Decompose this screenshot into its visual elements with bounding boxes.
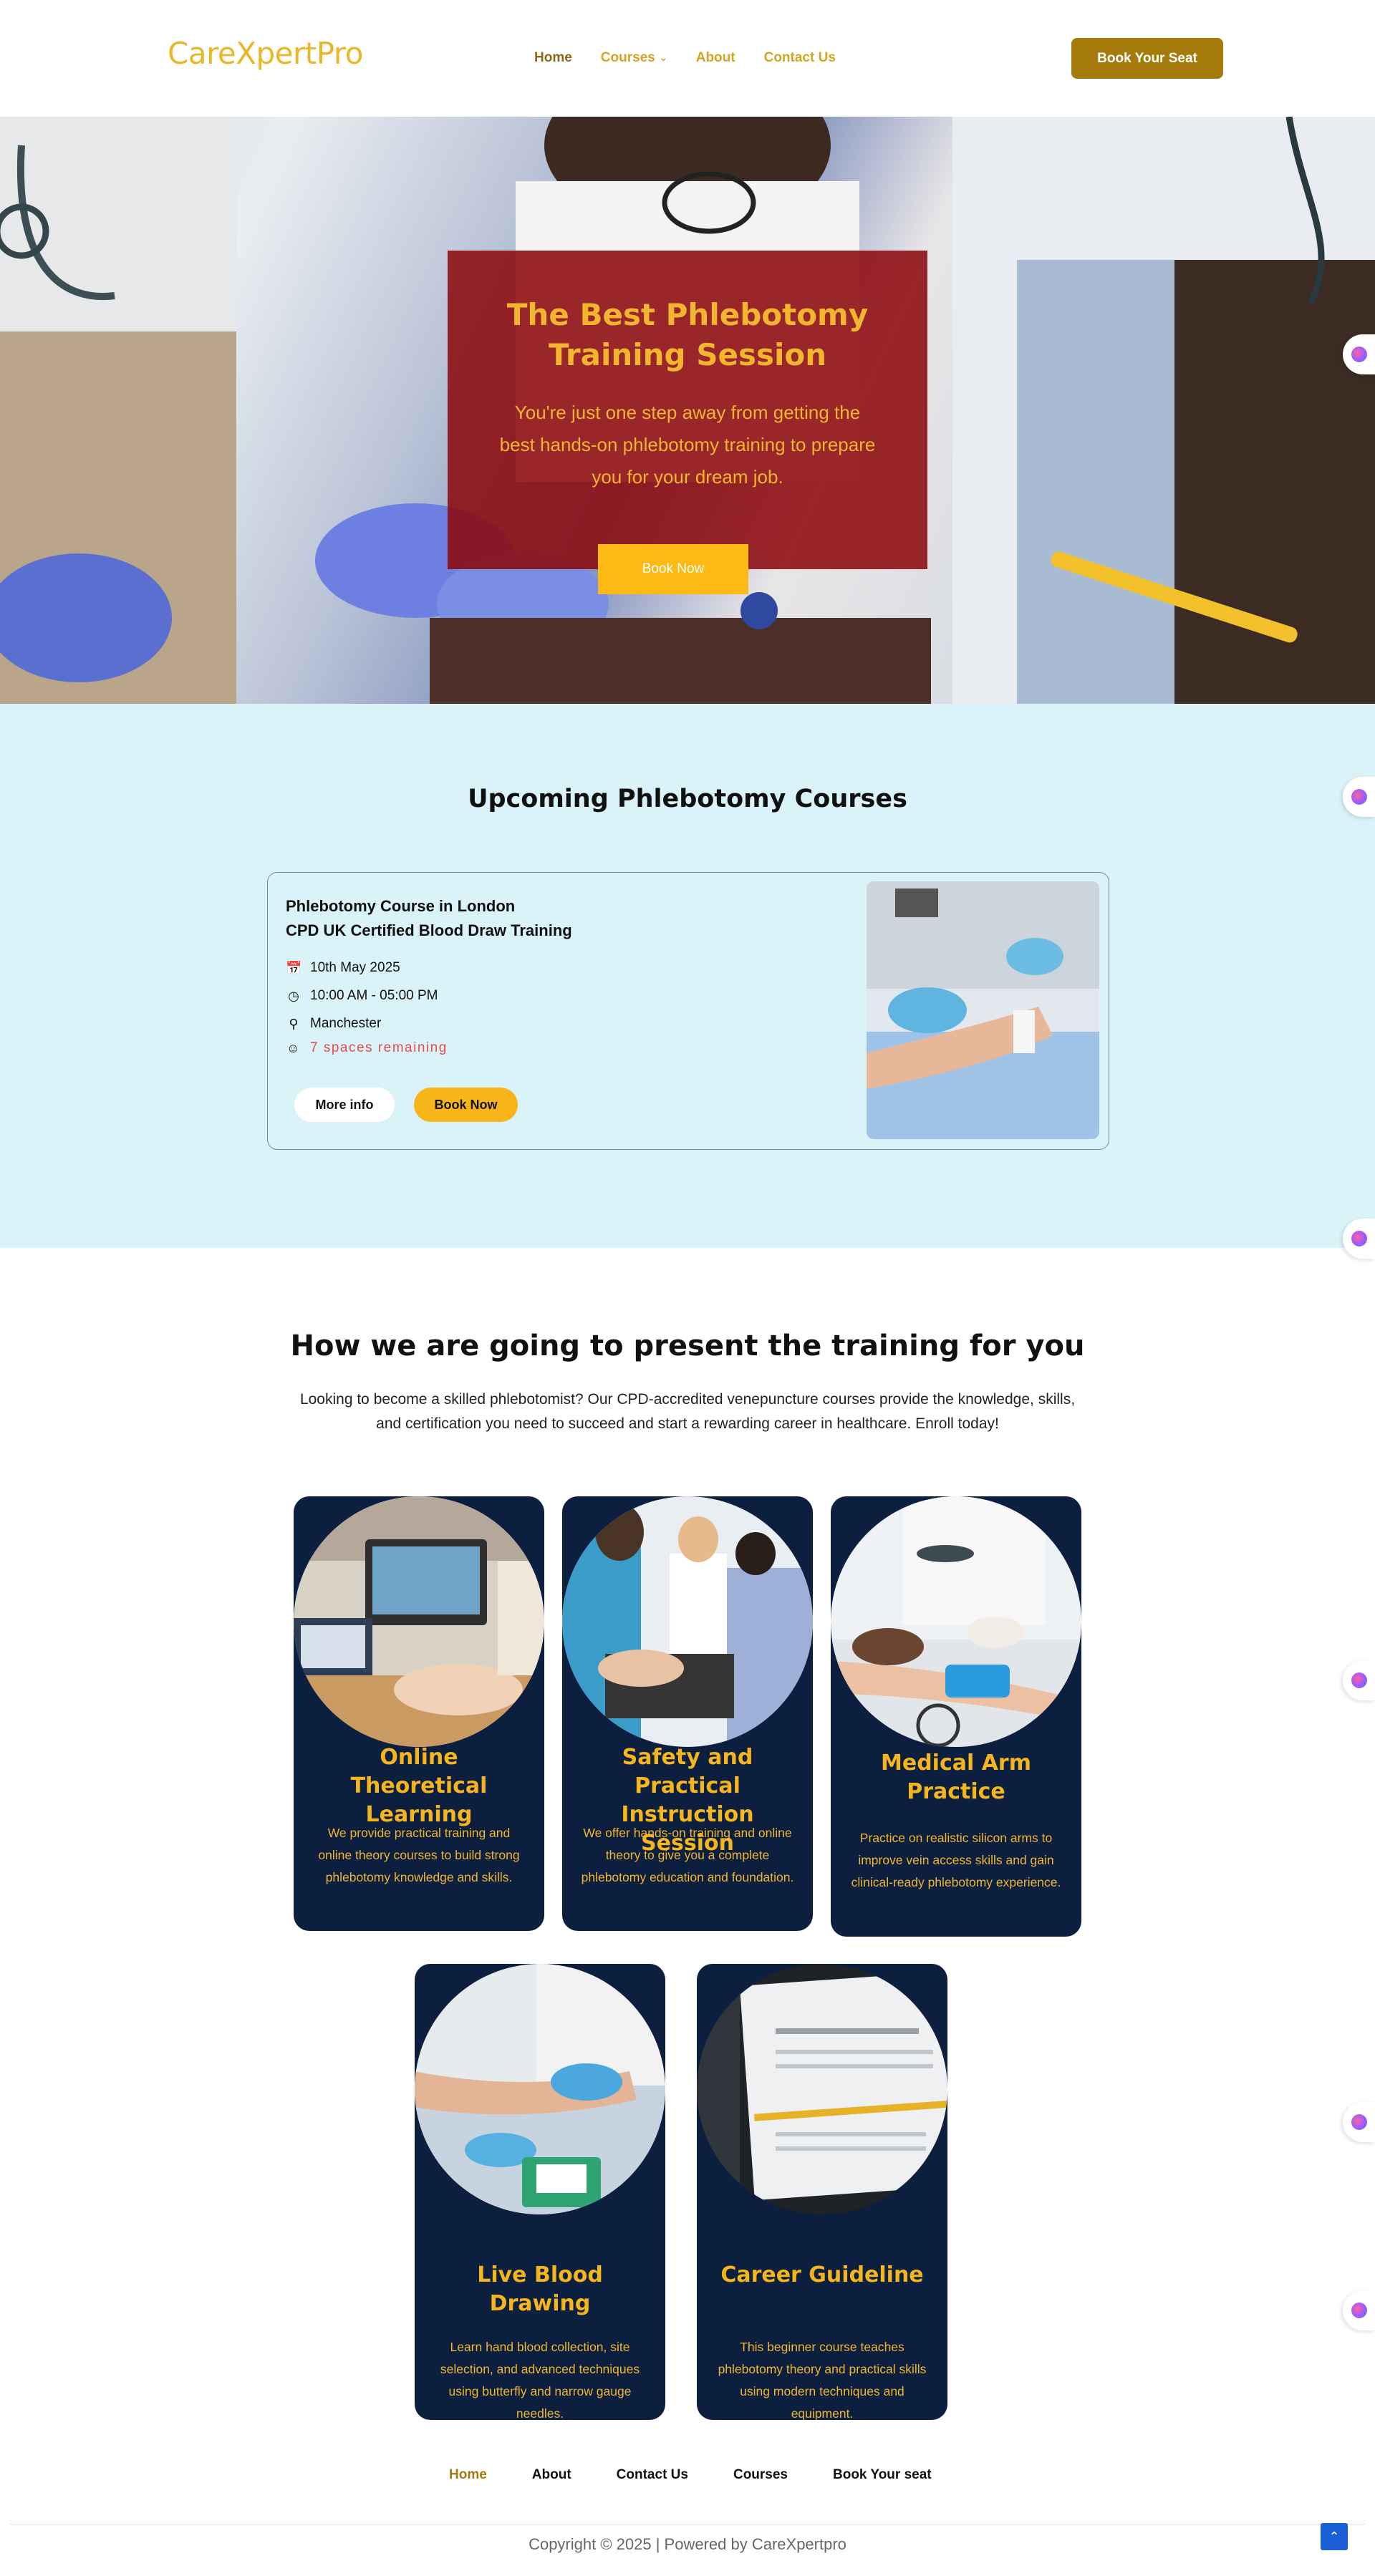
clock-icon: ◷ (288, 988, 299, 1003)
training-card-blood-photo (415, 1964, 665, 2214)
training-card-career-photo (697, 1964, 947, 2214)
training-card-blood-title: Live Blood Drawing (477, 2262, 603, 2316)
site-header: CareXpertPro Home Courses ⌄ About Contact… (0, 0, 1375, 117)
course-time: ◷ 10:00 AM - 05:00 PM (286, 988, 438, 1004)
course-time-text: 10:00 AM - 05:00 PM (310, 988, 438, 1003)
course-date-text: 10th May 2025 (310, 960, 400, 975)
hero-subtitle: You're just one step away from getting t… (499, 402, 876, 488)
training-card-online-title: Online Theoretical Learning (350, 1745, 488, 1827)
training-heading: How we are going to present the training… (290, 1330, 1085, 1362)
course-title: Phlebotomy Course in London CPD UK Certi… (286, 894, 572, 943)
nav-home-label: Home (534, 50, 572, 65)
footer-nav-courses[interactable]: Courses (733, 2467, 788, 2483)
course-spaces-text: 7 spaces remaining (310, 1040, 448, 1055)
chat-widget-icon[interactable] (1343, 1219, 1375, 1259)
training-card-safety-photo (562, 1496, 813, 1747)
training-card-career-body: This beginner course teaches phlebotomy … (718, 2340, 927, 2420)
course-image (867, 881, 1099, 1139)
course-location: ⚲ Manchester (286, 1016, 381, 1032)
training-card-arm-photo (831, 1496, 1081, 1747)
training-intro: Looking to become a skilled phlebotomist… (299, 1391, 1076, 1432)
courses-heading: Upcoming Phlebotomy Courses (468, 785, 907, 813)
course-spaces: ☺ 7 spaces remaining (286, 1040, 448, 1056)
training-card-arm-title: Medical Arm Practice (881, 1751, 1031, 1804)
main-nav: Home Courses ⌄ About Contact Us (534, 50, 836, 66)
footer-nav-home[interactable]: Home (449, 2467, 487, 2483)
users-icon: ☺ (286, 1040, 301, 1055)
calendar-icon: 📅 (286, 960, 302, 975)
training-card-online-photo (294, 1496, 544, 1747)
hero-title: The Best Phlebotomy Training Session (506, 297, 869, 372)
course-book-now-button[interactable]: Book Now (414, 1088, 518, 1122)
hero-book-now-button[interactable]: Book Now (598, 544, 748, 594)
upcoming-courses-section: Upcoming Phlebotomy Courses Phlebotomy C… (0, 704, 1375, 1248)
footer-nav-about[interactable]: About (532, 2467, 571, 2483)
footer-nav-book-seat[interactable]: Book Your seat (833, 2467, 932, 2483)
training-card-arm: Medical Arm Practice Practice on realist… (831, 1496, 1081, 1937)
training-card-career: Career Guideline This beginner course te… (697, 1964, 947, 2420)
nav-about-label: About (695, 50, 735, 65)
training-card-blood: Live Blood Drawing Learn hand blood coll… (415, 1964, 665, 2420)
course-card: Phlebotomy Course in London CPD UK Certi… (267, 872, 1109, 1150)
course-date: 📅 10th May 2025 (286, 960, 400, 976)
course-title-line-2: CPD UK Certified Blood Draw Training (286, 921, 572, 939)
training-card-career-title: Career Guideline (720, 2262, 924, 2287)
nav-courses-label: Courses (600, 50, 655, 65)
site-logo[interactable]: CareXpertPro (168, 36, 363, 71)
training-card-safety: Safety and Practical Instruction Session… (562, 1496, 813, 1931)
more-info-button[interactable]: More info (294, 1088, 395, 1122)
scroll-to-top-icon[interactable]: ⌃ (1321, 2523, 1348, 2550)
book-your-seat-button[interactable]: Book Your Seat (1071, 38, 1223, 79)
hero-section: The Best Phlebotomy Training Session You… (0, 117, 1375, 704)
location-pin-icon: ⚲ (289, 1016, 299, 1031)
training-card-safety-body: We offer hands-on training and online th… (581, 1826, 794, 1884)
chat-widget-icon[interactable] (1343, 2290, 1375, 2330)
course-location-text: Manchester (310, 1016, 382, 1031)
chat-widget-icon[interactable] (1343, 1660, 1375, 1700)
footer-nav-contact[interactable]: Contact Us (617, 2467, 688, 2483)
nav-contact-label: Contact Us (763, 50, 836, 65)
course-title-line-1: Phlebotomy Course in London (286, 897, 516, 915)
chevron-down-icon: ⌄ (659, 52, 667, 63)
training-card-arm-body: Practice on realistic silicon arms to im… (851, 1831, 1061, 1889)
training-card-blood-body: Learn hand blood collection, site select… (440, 2340, 640, 2420)
nav-home[interactable]: Home (534, 50, 572, 66)
training-card-online-body: We provide practical training and online… (318, 1826, 520, 1884)
hero-overlay-box: The Best Phlebotomy Training Session You… (448, 251, 927, 569)
nav-about[interactable]: About (696, 50, 735, 66)
chat-widget-icon[interactable] (1343, 2102, 1375, 2142)
copyright-text: Copyright © 2025 | Powered by CareXpertp… (529, 2535, 846, 2553)
nav-courses[interactable]: Courses ⌄ (601, 50, 667, 66)
footer-nav: Home About Contact Us Courses Book Your … (449, 2467, 932, 2483)
nav-contact[interactable]: Contact Us (764, 50, 836, 66)
training-card-online: Online Theoretical Learning We provide p… (294, 1496, 544, 1931)
